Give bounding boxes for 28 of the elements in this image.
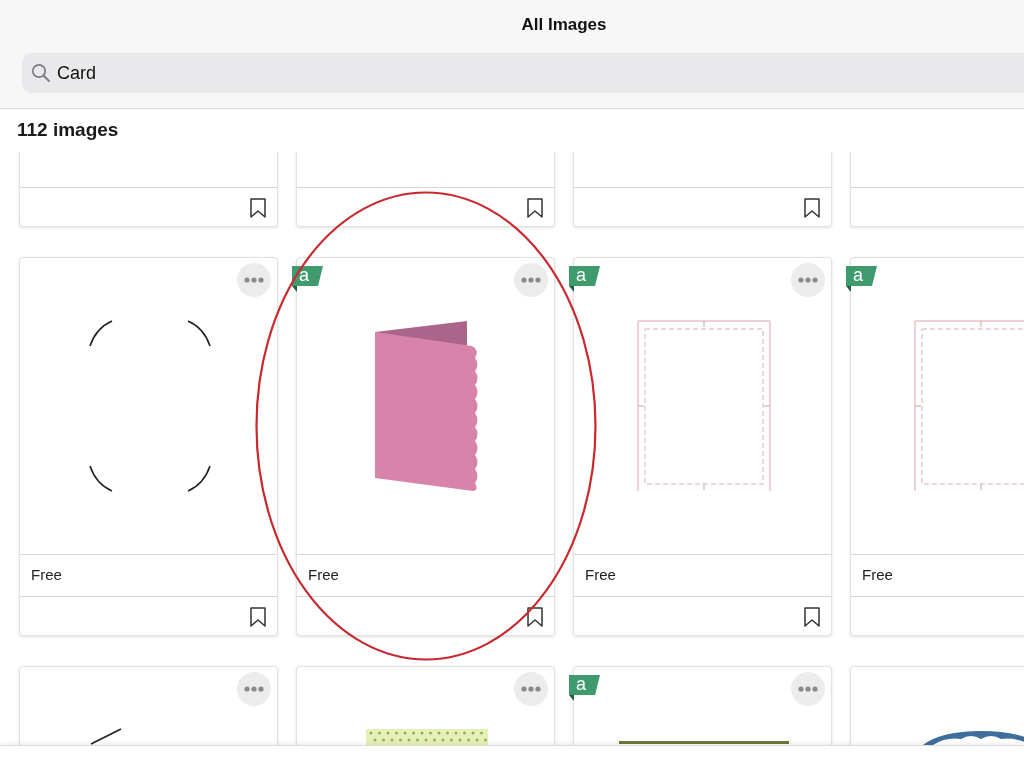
more-icon	[521, 686, 541, 692]
bookmark-button[interactable]	[526, 197, 544, 218]
price-label: Free	[862, 565, 893, 586]
line-drawing	[90, 728, 122, 745]
bookmark-button[interactable]	[249, 197, 267, 218]
bookmark-button[interactable]	[249, 606, 267, 627]
more-button[interactable]	[791, 672, 825, 706]
more-icon	[521, 277, 541, 283]
more-button[interactable]	[514, 263, 548, 297]
price-label: Free	[585, 565, 616, 586]
image-card[interactable]: Free	[19, 257, 278, 636]
more-button[interactable]	[237, 263, 271, 297]
bookmark-button[interactable]	[803, 197, 821, 218]
price-label: Free	[308, 565, 339, 586]
more-button[interactable]	[791, 263, 825, 297]
result-count: 112 images	[17, 118, 119, 143]
more-button[interactable]	[237, 672, 271, 706]
page-title: All Images	[521, 14, 607, 37]
more-button[interactable]	[514, 672, 548, 706]
more-icon	[798, 686, 818, 692]
more-icon	[244, 277, 264, 283]
search-field[interactable]: Card	[22, 53, 1024, 93]
more-icon	[244, 686, 264, 692]
bookmark-button[interactable]	[526, 606, 544, 627]
bookmark-button[interactable]	[803, 606, 821, 627]
more-icon	[798, 277, 818, 283]
search-icon	[31, 63, 51, 83]
price-label: Free	[31, 565, 62, 586]
